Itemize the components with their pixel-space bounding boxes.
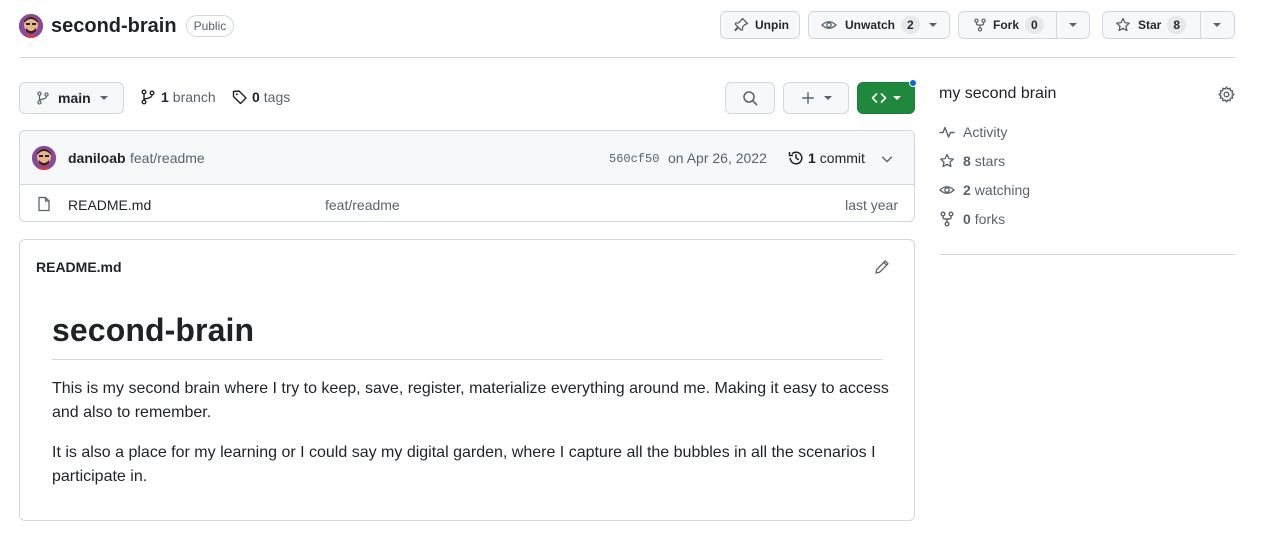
pencil-icon[interactable]: [874, 259, 890, 275]
stars-link[interactable]: 8 stars: [939, 153, 1005, 169]
star-label: Star: [1138, 18, 1162, 32]
chevron-down-icon: [99, 96, 108, 100]
activity-link[interactable]: Activity: [939, 124, 1007, 140]
watching-count: 2: [963, 182, 971, 198]
branch-count-label: branch: [172, 89, 216, 105]
commit-sha[interactable]: 560cf50: [609, 152, 659, 166]
commit-count-label: commit: [819, 150, 865, 166]
file-commit-message[interactable]: feat/readme: [325, 197, 400, 213]
unwatch-button[interactable]: Unwatch 2: [808, 11, 950, 39]
fork-label: Fork: [993, 18, 1020, 32]
star-split-divider: [1200, 12, 1201, 38]
tag-count: 0: [252, 89, 260, 105]
history-icon: [788, 151, 803, 165]
code-icon: [871, 93, 887, 103]
unpin-button[interactable]: Unpin: [720, 11, 800, 39]
latest-commit-row: daniloab feat/readme 560cf50 on Apr 26, …: [20, 131, 914, 185]
forks-count: 0: [963, 211, 971, 227]
readme-filename[interactable]: README.md: [36, 259, 122, 275]
file-icon: [38, 196, 50, 212]
chevron-down-icon: [893, 96, 901, 100]
forks-label: forks: [974, 211, 1006, 227]
code-button[interactable]: [857, 82, 915, 114]
repo-name[interactable]: second-brain: [51, 15, 177, 38]
notification-dot: [909, 79, 917, 87]
star-counter: 8: [1167, 16, 1187, 34]
add-file-button[interactable]: [783, 82, 849, 114]
readme-paragraph: It is also a place for my learning or I …: [52, 444, 876, 485]
commit-message[interactable]: feat/readme: [130, 150, 205, 166]
unpin-label: Unpin: [755, 18, 789, 32]
chevron-down-icon[interactable]: [880, 152, 894, 166]
fork-split-divider: [1056, 12, 1057, 38]
fork-button[interactable]: Fork 0: [958, 11, 1090, 39]
star-icon: [940, 153, 954, 168]
tags-link[interactable]: 0 tags: [232, 89, 290, 105]
branch-name: main: [58, 90, 91, 106]
branches-link[interactable]: 1 branch: [140, 89, 216, 105]
eye-icon: [939, 186, 955, 194]
readme-paragraph: This is my second brain where I try to k…: [52, 380, 889, 421]
fork-icon: [974, 18, 986, 32]
readme-heading: second-brain: [52, 312, 255, 348]
watching-label: watching: [974, 182, 1031, 198]
forks-link[interactable]: 0 forks: [939, 211, 1005, 227]
commit-history-link[interactable]: 1 commit: [788, 150, 865, 166]
fork-counter: 0: [1025, 16, 1044, 34]
stars-label: stars: [974, 153, 1006, 169]
owner-avatar[interactable]: [19, 14, 43, 38]
fork-icon: [940, 211, 954, 227]
eye-icon: [821, 21, 837, 29]
branch-count: 1: [161, 89, 169, 105]
repo-description: my second brain: [939, 85, 1057, 102]
file-name[interactable]: README.md: [68, 197, 151, 213]
chevron-down-icon[interactable]: [1213, 23, 1221, 27]
plus-icon: [801, 92, 814, 104]
commit-count: 1: [808, 150, 816, 166]
stars-count: 8: [963, 153, 971, 169]
file-age: last year: [845, 197, 898, 213]
chevron-down-icon: [929, 23, 937, 27]
commit-date: on Apr 26, 2022: [668, 150, 767, 166]
pin-icon: [734, 17, 749, 32]
branch-selector[interactable]: main: [19, 82, 124, 114]
file-browser: daniloab feat/readme 560cf50 on Apr 26, …: [19, 130, 915, 222]
branch-icon: [37, 91, 49, 105]
commit-author[interactable]: daniloab: [68, 150, 126, 166]
go-to-file-button[interactable]: [725, 82, 775, 114]
branch-icon: [141, 89, 155, 105]
readme-panel: README.md second-brain This is my second…: [19, 239, 915, 521]
readme-heading-rule: [52, 359, 882, 360]
watchers-link[interactable]: 2 watching: [939, 182, 1030, 198]
tag-icon: [232, 90, 247, 105]
chevron-down-icon: [823, 96, 832, 100]
star-icon: [1116, 17, 1130, 32]
unwatch-label: Unwatch: [845, 18, 896, 32]
gear-icon[interactable]: [1218, 86, 1235, 103]
sidebar-divider: [939, 254, 1235, 255]
pulse-icon: [939, 126, 955, 138]
tag-count-label: tags: [263, 89, 291, 105]
activity-label: Activity: [963, 124, 1008, 140]
header-divider: [19, 57, 1235, 58]
file-row[interactable]: README.md feat/readme last year: [20, 185, 914, 221]
commit-author-avatar[interactable]: [32, 146, 56, 170]
search-icon: [743, 91, 758, 106]
watch-counter: 2: [901, 16, 920, 34]
visibility-badge: Public: [185, 15, 235, 37]
repo-header: second-brain Public: [19, 12, 235, 40]
star-button[interactable]: Star 8: [1102, 11, 1235, 39]
chevron-down-icon[interactable]: [1069, 23, 1077, 27]
